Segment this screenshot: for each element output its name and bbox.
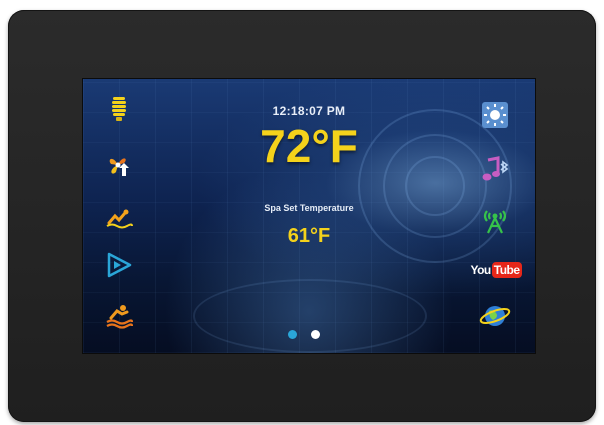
youtube-logo-you: You [470,263,491,277]
clock-time: 12:18:07 PM [272,104,346,118]
touch-screen: 12:18:07 PM 72°F Spa Set Temperature 61°… [82,78,536,354]
wifi-tower-icon[interactable] [481,206,509,234]
blower-icon[interactable] [105,152,133,180]
current-temperature: 72°F [260,120,358,172]
settings-sun-icon[interactable] [481,101,509,129]
light-icon[interactable] [105,95,133,123]
youtube-logo[interactable]: You Tube [470,259,522,281]
youtube-logo-tube: Tube [491,262,522,278]
page-dot-active[interactable] [311,330,320,339]
internet-planet-icon[interactable] [479,301,511,331]
set-temperature-value[interactable]: 61°F [83,225,535,248]
set-temperature-label: Spa Set Temperature [264,203,354,213]
pool-pump-icon[interactable] [105,203,133,231]
background-ring [193,279,427,353]
swimmer-icon[interactable] [105,301,133,329]
page-dot[interactable] [288,330,297,339]
bluetooth-music-icon[interactable] [481,155,509,183]
page-indicator [288,330,320,339]
play-triangle-icon[interactable] [105,251,133,279]
